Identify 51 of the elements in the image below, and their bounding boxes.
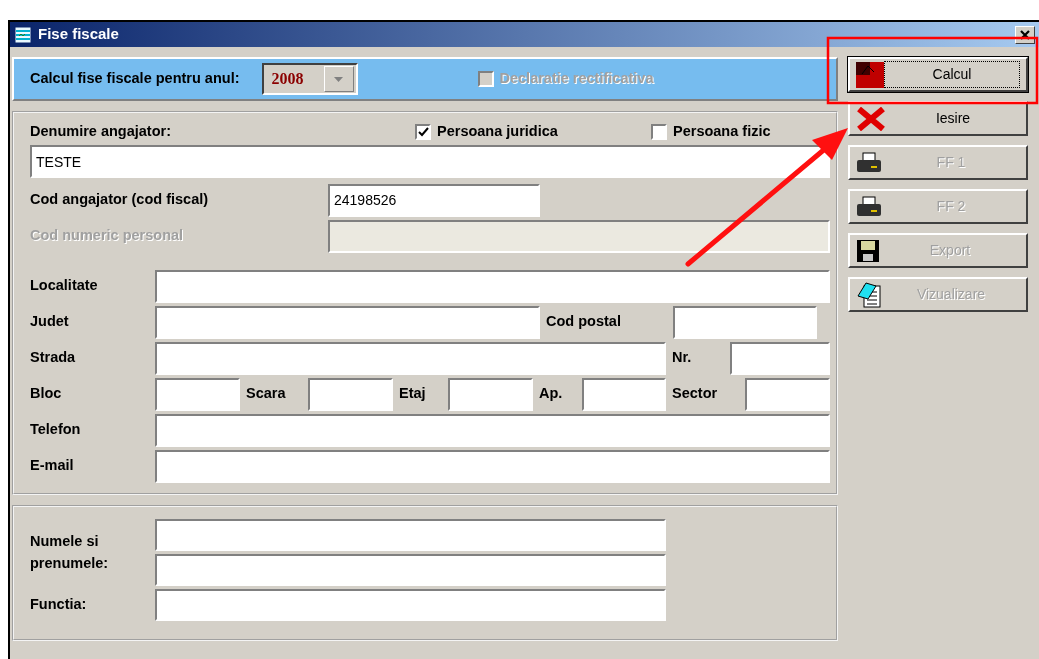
cross-icon [856,106,886,131]
window-title: Fise fiscale [38,24,119,45]
field-label: Ap. [538,384,564,404]
text-field[interactable] [730,341,830,375]
field-label: Telefon [30,420,82,440]
close-icon [1020,29,1030,40]
field-label: Sector [671,384,719,404]
text-field[interactable] [155,377,240,411]
text-field[interactable] [155,269,830,303]
text-field[interactable] [308,377,393,411]
document-icon [856,281,882,308]
dropdown-arrow-icon [334,76,343,82]
field-label: Cod angajator (cod fiscal) [30,190,210,210]
field-label: Functia: [30,595,88,615]
text-field[interactable] [582,377,666,411]
field-label: Scara [245,384,287,404]
text-field[interactable] [155,589,666,621]
field-label: Nr. [671,348,693,368]
checkbox-label: Persoana fizic [673,122,771,142]
checkbox-label: Persoana juridica [437,122,558,142]
action-button[interactable]: Iesire [848,101,1028,136]
text-field[interactable]: TESTE [30,145,830,178]
square-icon [856,61,884,88]
text-field[interactable]: 24198526 [328,183,540,217]
field-label: Judet [30,312,70,332]
field-label: Numele si prenumele: [30,531,110,573]
field-label: E-mail [30,456,75,476]
text-field[interactable] [155,305,540,339]
field-label: Localitate [30,276,99,296]
year-dropdown[interactable]: 2008 [261,63,358,95]
field-label: Denumire angajator: [30,122,172,142]
checkbox[interactable] [651,124,667,140]
text-field[interactable] [745,377,830,411]
action-button[interactable]: Calcul [848,57,1028,92]
field-label: Etaj [398,384,427,404]
text-field[interactable] [155,554,666,586]
checkbox-label: Declaratie rectificativa [499,69,654,89]
field-label: Cod postal [545,312,622,332]
text-field[interactable] [155,519,666,551]
text-field[interactable] [155,449,830,483]
text-field[interactable] [448,377,533,411]
form-icon [14,25,32,44]
text-field[interactable] [155,413,830,447]
checkbox[interactable] [415,124,431,140]
printer-icon [856,151,882,174]
text-field[interactable] [673,305,817,339]
printer-icon [856,195,882,218]
year-label: Calcul fise fiscale pentru anul: [30,69,240,89]
field-label: Bloc [30,384,63,404]
text-field[interactable] [155,341,666,375]
field-label: Strada [30,348,77,368]
